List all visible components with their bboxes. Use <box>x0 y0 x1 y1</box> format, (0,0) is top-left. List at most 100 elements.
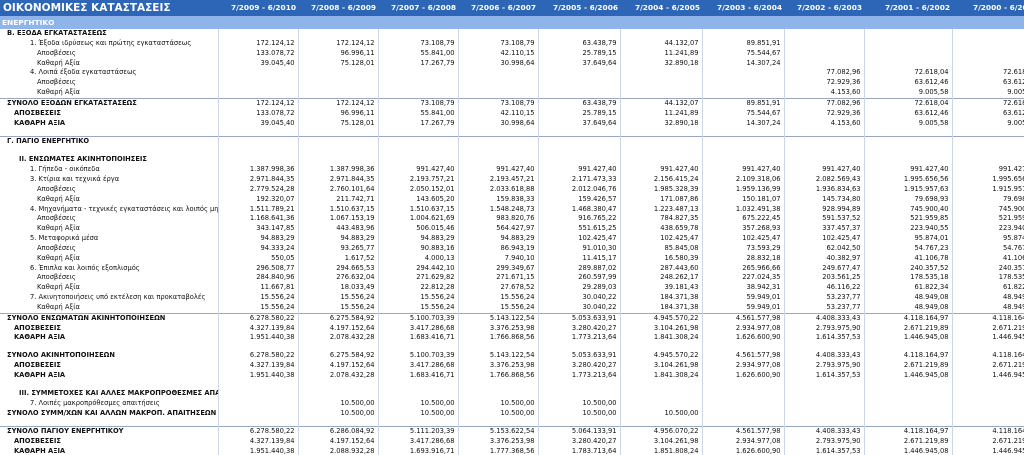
table-row: ΣΥΝΟΛΟ ΣΥΜΜ/ΧΩΝ ΚΑΙ ΑΛΛΩΝ ΜΑΚΡΟΠ. ΑΠΑΙΤΗ… <box>0 408 1024 419</box>
period-header[interactable]: 7/2009 - 6/2010 <box>218 0 298 16</box>
value-cell: 203.561,25 <box>783 273 864 284</box>
value-cell: 4.197.152,64 <box>297 323 378 334</box>
row-label <box>0 147 218 155</box>
value-cell <box>783 48 864 59</box>
value-cell: 72.929,36 <box>783 108 864 119</box>
value-cell <box>619 398 702 409</box>
value-cell: 3.417.286,68 <box>377 323 458 334</box>
section-title: ΕΝΕΡΓΗΤΙΚΟ <box>0 16 1024 29</box>
row-label: ΙΙΙ. ΣΥΜΜΕΤΟΧΕΣ ΚΑΙ ΑΛΛΕΣ ΜΑΚΡΟΠΡΟΘΕΣΜΕΣ… <box>19 388 218 397</box>
period-header[interactable]: 7/2000 - 6/2001 <box>952 0 1024 16</box>
value-cell: 564.427,97 <box>457 224 538 235</box>
value-cell: 54.767,23 <box>863 243 952 254</box>
value-cell <box>457 136 538 148</box>
row-label: B. ΕΞΟΔΑ ΕΓΚΑΤΑΣΤΑΣΕΩΣ <box>7 29 107 37</box>
value-cell: 1.614.357,53 <box>783 371 864 381</box>
value-cell <box>537 418 620 427</box>
value-cell: 22.812,28 <box>377 283 458 294</box>
row-label: 4. Μηχανήματα - τεχνικές εγκαταστάσεις κ… <box>30 204 218 213</box>
value-cell: 10.500,00 <box>457 398 538 409</box>
value-cell <box>701 78 784 89</box>
value-cell <box>377 343 458 352</box>
value-cell: 75.544,67 <box>701 48 784 59</box>
value-cell: 6.278.580,22 <box>217 312 298 324</box>
value-cell: 4.118.164,97 <box>951 351 1024 362</box>
value-cell: 2.971.844,35 <box>297 174 378 185</box>
period-header[interactable]: 7/2002 - 6/2003 <box>784 0 864 16</box>
value-cell <box>377 147 458 156</box>
value-cell: 10.500,00 <box>377 408 458 419</box>
table-row: ΑΠΟΣΒΕΣΕΙΣ 4.327.139,84 4.197.152,64 3.417.… <box>0 437 1024 448</box>
value-cell: 102.425,47 <box>537 234 620 244</box>
value-cell: 1.468.380,47 <box>537 204 620 215</box>
value-cell: 55.841,00 <box>377 108 458 119</box>
value-cell: 37.649,64 <box>537 118 620 129</box>
period-header[interactable]: 7/2008 - 6/2009 <box>298 0 378 16</box>
value-cell: 4.327.139,84 <box>217 323 298 334</box>
value-cell <box>619 147 702 156</box>
value-cell: 1.985.328,39 <box>619 184 702 195</box>
value-cell <box>951 136 1024 148</box>
spacer-row <box>0 418 1024 427</box>
value-cell: 343.147,85 <box>217 224 298 235</box>
value-cell: 2.156.415,24 <box>619 174 702 185</box>
value-cell <box>619 418 702 427</box>
value-cell: 1.915.957,63 <box>951 184 1024 195</box>
value-cell: 30.998,64 <box>457 118 538 129</box>
value-cell: 1.446.945,08 <box>951 447 1024 455</box>
row-label: ΙΙ. ΕΝΣΩΜΑΤΕΣ ΑΚΙΝΗΤΟΠΟΙΗΣΕΙΣ <box>19 155 147 164</box>
value-cell: 14.307,24 <box>701 118 784 129</box>
value-cell <box>701 68 784 79</box>
table-row: ΣΥΝΟΛΟ ΠΑΓΙΟΥ ΕΝΕΡΓΗΤΙΚΟΥ 6.278.580,22 6.2… <box>0 426 1024 438</box>
value-cell <box>619 29 702 39</box>
period-header[interactable]: 7/2006 - 6/2007 <box>458 0 538 16</box>
value-cell: 3.376.253,98 <box>457 323 538 334</box>
value-cell: 15.556,24 <box>457 293 538 303</box>
row-label: 3. Κτίρια και τεχνικά έργα <box>30 174 120 183</box>
value-cell: 46.116,22 <box>783 283 864 294</box>
value-cell: 133.078,72 <box>217 48 298 59</box>
row-label: Καθαρή Αξία <box>37 88 80 97</box>
value-cell <box>457 388 538 399</box>
value-cell <box>217 388 298 399</box>
value-cell: 11.415,17 <box>537 253 620 264</box>
value-cell <box>619 68 702 79</box>
value-cell: 4.945.570,22 <box>619 351 702 362</box>
value-cell: 39.045,40 <box>217 118 298 129</box>
period-header[interactable]: 7/2007 - 6/2008 <box>378 0 458 16</box>
value-cell: 15.556,24 <box>377 302 458 314</box>
value-cell: 94.883,29 <box>457 234 538 244</box>
value-cell: 3.280.420,27 <box>537 361 620 371</box>
value-cell: 4.197.152,64 <box>297 437 378 448</box>
value-cell: 94.883,29 <box>217 234 298 244</box>
table-row: 6. Έπιπλα και λοιπός εξοπλισμός 296.508,7… <box>0 263 1024 274</box>
value-cell <box>377 136 458 148</box>
period-header[interactable]: 7/2001 - 6/2002 <box>864 0 952 16</box>
value-cell: 2.671.219,89 <box>863 437 952 448</box>
value-cell: 506.015,46 <box>377 224 458 235</box>
value-cell <box>951 388 1024 399</box>
value-cell: 15.556,24 <box>297 302 378 314</box>
table-row: ΚΑΘΑΡΗ ΑΞΙΑ 1.951.440,38 2.088.932,28 1.693… <box>0 447 1024 455</box>
value-cell <box>377 128 458 137</box>
row-label: Αποσβέσεις <box>37 48 76 57</box>
value-cell: 5.064.133,91 <box>537 426 620 438</box>
value-cell <box>701 398 784 409</box>
value-cell: 15.556,24 <box>217 293 298 303</box>
period-header[interactable]: 7/2004 - 6/2005 <box>620 0 702 16</box>
value-cell: 2.671.219,89 <box>951 323 1024 334</box>
value-cell: 1.693.916,71 <box>377 447 458 455</box>
value-cell <box>217 88 298 99</box>
value-cell: 73.108,79 <box>457 38 538 49</box>
value-cell: 63.438,79 <box>537 38 620 49</box>
value-cell <box>783 29 864 39</box>
period-header[interactable]: 7/2005 - 6/2006 <box>538 0 620 16</box>
value-cell <box>457 343 538 352</box>
value-cell: 1.614.357,53 <box>783 447 864 455</box>
value-cell <box>951 147 1024 156</box>
header-row: ΟΙΚΟΝΟΜΙΚΕΣ ΚΑΤΑΣΤΑΣΕΙΣ 7/2009 - 6/2010 … <box>0 0 1024 16</box>
value-cell: 551.615,25 <box>537 224 620 235</box>
value-cell: 17.267,79 <box>377 118 458 129</box>
period-header[interactable]: 7/2003 - 6/2004 <box>702 0 784 16</box>
row-label: Καθαρή Αξία <box>37 58 80 67</box>
